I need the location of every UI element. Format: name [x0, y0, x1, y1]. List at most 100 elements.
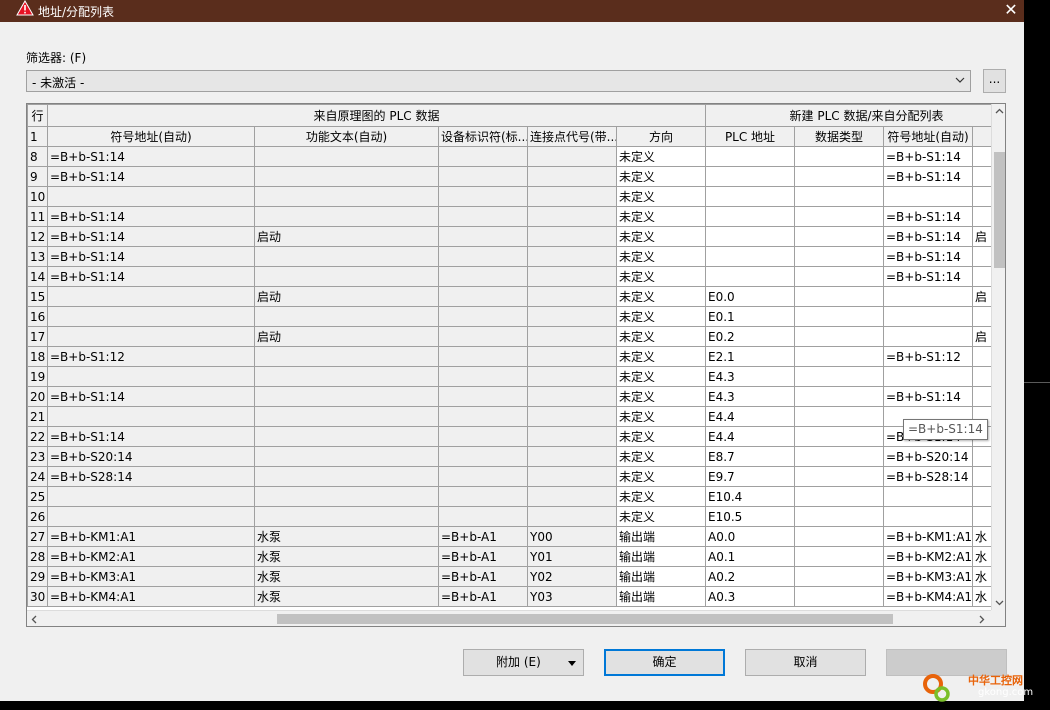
table-cell[interactable]: E9.7	[705, 466, 795, 487]
table-cell[interactable]	[438, 206, 528, 227]
table-cell[interactable]: =B+b-KM4:A1	[47, 586, 255, 607]
table-cell[interactable]	[438, 186, 528, 207]
row-number[interactable]: 27	[27, 526, 48, 547]
table-cell[interactable]: =B+b-A1	[438, 546, 528, 567]
table-cell[interactable]: =B+b-KM1:A1	[883, 526, 973, 547]
table-cell[interactable]	[527, 246, 617, 267]
table-cell[interactable]: =B+b-S1:14	[883, 266, 973, 287]
table-row[interactable]: 8 =B+b-S1:14 未定义 =B+b-S1:14	[27, 146, 1005, 167]
table-cell[interactable]	[794, 546, 884, 567]
table-cell[interactable]: 未定义	[616, 366, 706, 387]
table-cell[interactable]: 未定义	[616, 286, 706, 307]
table-cell[interactable]	[883, 486, 973, 507]
table-cell[interactable]: =B+b-S1:12	[883, 346, 973, 367]
table-row[interactable]: 13 =B+b-S1:14 未定义 =B+b-S1:14	[27, 246, 1005, 267]
table-cell[interactable]: =B+b-S1:14	[47, 226, 255, 247]
scroll-down-icon[interactable]	[995, 600, 1004, 606]
table-cell[interactable]: =B+b-S1:14	[883, 386, 973, 407]
table-cell[interactable]: Y02	[527, 566, 617, 587]
table-cell[interactable]	[527, 306, 617, 327]
table-cell[interactable]	[254, 446, 439, 467]
table-cell[interactable]: =B+b-A1	[438, 526, 528, 547]
row-number[interactable]: 12	[27, 226, 48, 247]
table-cell[interactable]	[438, 266, 528, 287]
row-number[interactable]: 28	[27, 546, 48, 567]
table-cell[interactable]	[794, 246, 884, 267]
ok-button[interactable]: 确定	[604, 649, 725, 676]
table-cell[interactable]	[705, 246, 795, 267]
table-row[interactable]: 21 未定义 E4.4	[27, 406, 1005, 427]
table-cell[interactable]: =B+b-S1:14	[883, 246, 973, 267]
table-cell[interactable]	[705, 266, 795, 287]
table-cell[interactable]	[438, 466, 528, 487]
table-cell[interactable]: 未定义	[616, 426, 706, 447]
table-cell[interactable]	[254, 426, 439, 447]
table-cell[interactable]	[794, 146, 884, 167]
table-cell[interactable]	[47, 326, 255, 347]
table-cell[interactable]: 未定义	[616, 246, 706, 267]
table-cell[interactable]	[254, 346, 439, 367]
table-cell[interactable]	[794, 466, 884, 487]
table-cell[interactable]	[794, 286, 884, 307]
table-cell[interactable]	[254, 266, 439, 287]
table-cell[interactable]: 启动	[254, 226, 439, 247]
column-header[interactable]: 功能文本(自动)	[254, 126, 439, 147]
table-row[interactable]: 18 =B+b-S1:12 未定义 E2.1 =B+b-S1:12	[27, 346, 1005, 367]
table-cell[interactable]	[705, 146, 795, 167]
table-cell[interactable]	[705, 206, 795, 227]
table-cell[interactable]: =B+b-S1:14	[47, 266, 255, 287]
table-cell[interactable]: =B+b-KM1:A1	[47, 526, 255, 547]
table-cell[interactable]	[527, 226, 617, 247]
table-cell[interactable]	[254, 166, 439, 187]
table-cell[interactable]	[438, 246, 528, 267]
row-number[interactable]: 10	[27, 186, 48, 207]
table-cell[interactable]	[883, 506, 973, 527]
table-cell[interactable]	[794, 326, 884, 347]
table-cell[interactable]	[527, 386, 617, 407]
table-cell[interactable]	[527, 486, 617, 507]
row-number[interactable]: 22	[27, 426, 48, 447]
scroll-right-icon[interactable]	[979, 615, 985, 624]
table-row[interactable]: 11 =B+b-S1:14 未定义 =B+b-S1:14	[27, 206, 1005, 227]
table-cell[interactable]	[47, 286, 255, 307]
table-cell[interactable]: 水泵	[254, 526, 439, 547]
table-cell[interactable]	[438, 446, 528, 467]
table-row[interactable]: 16 未定义 E0.1	[27, 306, 1005, 327]
table-row[interactable]: 20 =B+b-S1:14 未定义 E4.3 =B+b-S1:14	[27, 386, 1005, 407]
table-cell[interactable]: 未定义	[616, 446, 706, 467]
vertical-scroll-thumb[interactable]	[994, 152, 1005, 268]
table-cell[interactable]: A0.3	[705, 586, 795, 607]
table-cell[interactable]	[527, 446, 617, 467]
table-cell[interactable]	[438, 426, 528, 447]
table-cell[interactable]: =B+b-S1:14	[47, 426, 255, 447]
table-cell[interactable]: 未定义	[616, 406, 706, 427]
table-cell[interactable]	[438, 346, 528, 367]
row-number[interactable]: 15	[27, 286, 48, 307]
table-cell[interactable]	[527, 426, 617, 447]
table-cell[interactable]	[527, 166, 617, 187]
table-cell[interactable]: Y01	[527, 546, 617, 567]
table-cell[interactable]: =B+b-S1:14	[883, 206, 973, 227]
table-cell[interactable]: Y00	[527, 526, 617, 547]
table-cell[interactable]	[883, 306, 973, 327]
table-cell[interactable]	[254, 506, 439, 527]
column-header[interactable]: 方向	[616, 126, 706, 147]
table-cell[interactable]: =B+b-S20:14	[883, 446, 973, 467]
table-cell[interactable]	[527, 186, 617, 207]
table-cell[interactable]	[883, 326, 973, 347]
table-cell[interactable]	[794, 426, 884, 447]
table-cell[interactable]	[794, 526, 884, 547]
table-row[interactable]: 27 =B+b-KM1:A1 水泵 =B+b-A1 Y00 输出端 A0.0 =B+b-KM1…	[27, 526, 1005, 547]
table-cell[interactable]	[254, 486, 439, 507]
table-cell[interactable]	[705, 186, 795, 207]
table-cell[interactable]: E0.2	[705, 326, 795, 347]
table-cell[interactable]: Y03	[527, 586, 617, 607]
table-cell[interactable]	[438, 306, 528, 327]
table-cell[interactable]	[254, 466, 439, 487]
table-cell[interactable]	[438, 226, 528, 247]
scroll-up-icon[interactable]	[995, 108, 1004, 114]
table-cell[interactable]: =B+b-S28:14	[47, 466, 255, 487]
table-cell[interactable]: 输出端	[616, 586, 706, 607]
table-cell[interactable]: 启动	[254, 286, 439, 307]
table-cell[interactable]	[527, 346, 617, 367]
